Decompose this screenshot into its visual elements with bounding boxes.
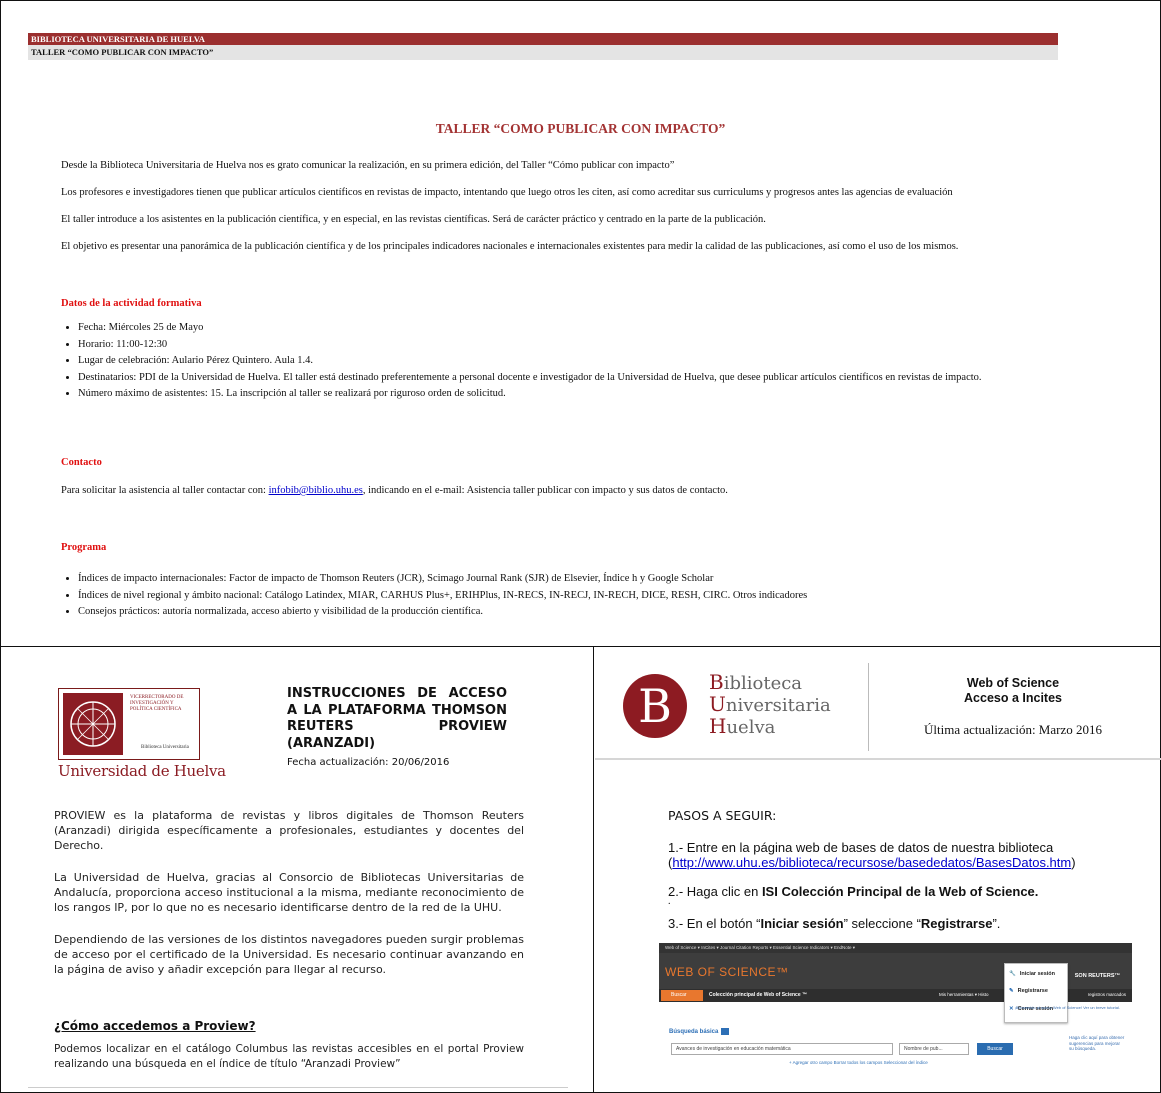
list-item: Fecha: Miércoles 25 de Mayo: [78, 320, 982, 337]
step-text: ” seleccione “: [843, 916, 921, 931]
wos-field-select[interactable]: Nombre de pub...: [899, 1043, 969, 1055]
list-item: Índices de impacto internacionales: Fact…: [78, 571, 807, 588]
university-seal-icon: [63, 693, 123, 755]
step-text: ): [1071, 855, 1076, 870]
wos-basic-search-label[interactable]: Búsqueda básica: [669, 1028, 730, 1036]
document-title: INSTRUCCIONES DE ACCESO A LA PLATAFORMA …: [287, 686, 507, 751]
list-item: Número máximo de asistentes: 15. La insc…: [78, 386, 982, 403]
logo-vicerrectorado-text: Vicerrectorado de Investigación y Políti…: [130, 695, 184, 712]
body-paragraph: Podemos localizar en el catálogo Columbu…: [54, 1043, 524, 1070]
section-heading-proview: ¿Cómo accedemos a Proview?: [54, 1019, 256, 1033]
wos-buscar-tab[interactable]: Buscar: [661, 990, 703, 1001]
chevron-down-icon: [721, 1028, 730, 1035]
logo-initial: H: [709, 714, 727, 738]
intro-paragraph: Los profesores e investigadores tienen q…: [61, 187, 953, 198]
page-title: TALLER “COMO PUBLICAR CON IMPACTO”: [435, 121, 726, 136]
logo-word: niversitaria: [725, 695, 831, 716]
body-paragraph: La Universidad de Huelva, gracias al Con…: [54, 871, 524, 914]
logo-university-name: Universidad de Huelva: [58, 762, 226, 780]
contact-text: , indicando en el e-mail: Asistencia tal…: [362, 485, 728, 496]
databases-link[interactable]: http://www.uhu.es/biblioteca/recursose/b…: [672, 855, 1071, 870]
stray-dot: .: [668, 896, 671, 907]
update-date: Última actualización: Marzo 2016: [924, 722, 1102, 737]
contact-email-link[interactable]: infobib@biblio.uhu.es: [269, 485, 363, 496]
step-text: ”.: [992, 916, 1001, 931]
list-item: Lugar de celebración: Aulario Pérez Quin…: [78, 353, 982, 370]
wos-search-tips[interactable]: Haga clic aquí para obtener sugerencias …: [1069, 1035, 1125, 1052]
body-paragraph: PROVIEW es la plataforma de revistas y l…: [54, 809, 524, 852]
update-date: Fecha actualización: 20/06/2016: [287, 757, 450, 768]
step-emphasis: Iniciar sesión: [760, 916, 844, 931]
wos-search-button[interactable]: Buscar: [977, 1043, 1013, 1055]
menu-item-label: Registrarse: [1017, 988, 1048, 994]
wos-login-item[interactable]: 🔧 Iniciar sesión: [1009, 971, 1055, 977]
step-text: 3.- En el botón “: [668, 916, 761, 931]
contact-paragraph: Para solicitar la asistencia al taller c…: [61, 485, 728, 496]
logo-word: iblioteca: [723, 673, 803, 694]
logo-initial: U: [709, 692, 726, 716]
wos-screenshot: Web of Science ▾ InCites ▾ Journal Citat…: [659, 943, 1132, 1085]
divider: [868, 663, 869, 751]
logo-library-text: Biblioteca Universitaria: [141, 745, 189, 750]
section-heading-datos: Datos de la actividad formativa: [61, 298, 202, 309]
list-item: Destinatarios: PDI de la Universidad de …: [78, 370, 982, 387]
activity-details-list: Fecha: Miércoles 25 de Mayo Horario: 11:…: [61, 320, 982, 403]
step-2: 2.- Haga clic en ISI Colección Principal…: [668, 884, 1144, 899]
logo-word: uelva: [726, 717, 776, 738]
intro-paragraph: Desde la Biblioteca Universitaria de Hue…: [61, 160, 675, 171]
intro-paragraph: El taller introduce a los asistentes en …: [61, 214, 766, 225]
divider: [28, 1087, 568, 1088]
university-logo: Vicerrectorado de Investigación y Políti…: [58, 688, 226, 783]
wos-register-item[interactable]: ✎ Registrarse: [1009, 988, 1048, 994]
step-3: 3.- En el botón “Iniciar sesión” selecci…: [668, 916, 1144, 931]
wos-tools-menu[interactable]: Mis herramientas ▾ Histo: [939, 992, 989, 998]
intro-paragraph: El objetivo es presentar una panorámica …: [61, 241, 959, 252]
wos-add-field-links[interactable]: + Agregar otro campo Borrar todos los ca…: [789, 1060, 928, 1065]
library-logo-mark: B: [623, 674, 687, 738]
edit-icon: ✎: [1009, 988, 1014, 994]
wos-marked-records[interactable]: registros marcados: [1088, 992, 1126, 997]
logo-frame: Vicerrectorado de Investigación y Políti…: [58, 688, 200, 760]
thomson-reuters-logo: SON REUTERS™: [1074, 973, 1120, 979]
program-list: Índices de impacto internacionales: Fact…: [61, 571, 807, 621]
menu-item-label: Iniciar sesión: [1019, 971, 1056, 977]
section-heading-programa: Programa: [61, 542, 107, 553]
key-icon: 🔧: [1009, 971, 1016, 977]
list-item: Horario: 11:00-12:30: [78, 337, 982, 354]
search-mode-label: Búsqueda básica: [669, 1029, 719, 1036]
divider: [595, 758, 1161, 760]
library-logo: B Biblioteca Universitaria Huelva: [623, 672, 831, 744]
list-item: Consejos prácticos: autoría normalizada,…: [78, 604, 807, 621]
wos-collection-select[interactable]: Colección principal de Web of Science ™: [709, 992, 807, 998]
wos-session-dropdown: 🔧 Iniciar sesión ✎ Registrarse ✕ Cerrar ses…: [1004, 963, 1068, 1023]
step-emphasis: Registrarse: [920, 916, 993, 931]
wos-logo: WEB OF SCIENCE™: [665, 965, 789, 979]
wos-product-bar: Web of Science ▾ InCites ▾ Journal Citat…: [659, 943, 1132, 953]
workshop-header-bar: TALLER “COMO PUBLICAR CON IMPACTO”: [28, 45, 1058, 60]
step-emphasis: ISI Colección Principal de la Web of Sci…: [761, 884, 1039, 899]
library-header-bar: BIBLIOTECA UNIVERSITARIA DE HUELVA: [28, 33, 1058, 45]
title-line: Web of Science: [966, 676, 1060, 690]
step-1: 1.- Entre en la página web de bases de d…: [668, 840, 1144, 870]
steps-heading: PASOS A SEGUIR:: [668, 808, 777, 823]
title-line: Acceso a Incites: [964, 691, 1062, 705]
contact-text: Para solicitar la asistencia al taller c…: [61, 485, 269, 496]
section-heading-contacto: Contacto: [61, 457, 102, 468]
body-paragraph: Dependiendo de las versiones de los dist…: [54, 933, 524, 976]
document-title: Web of Science Acceso a Incites: [870, 676, 1156, 706]
library-logo-text: Biblioteca Universitaria Huelva: [709, 670, 831, 739]
wos-tutorial-hint[interactable]: ¡Bienvenido al nuevo Web of Science! Ver…: [1014, 1005, 1120, 1010]
step-text: 2.- Haga clic en: [668, 884, 762, 899]
list-item: Índices de nivel regional y ámbito nacio…: [78, 588, 807, 605]
wos-search-input[interactable]: Avances de investigación en educación ma…: [671, 1043, 893, 1055]
logo-initial: B: [709, 670, 724, 694]
close-icon: ✕: [1009, 1006, 1014, 1012]
